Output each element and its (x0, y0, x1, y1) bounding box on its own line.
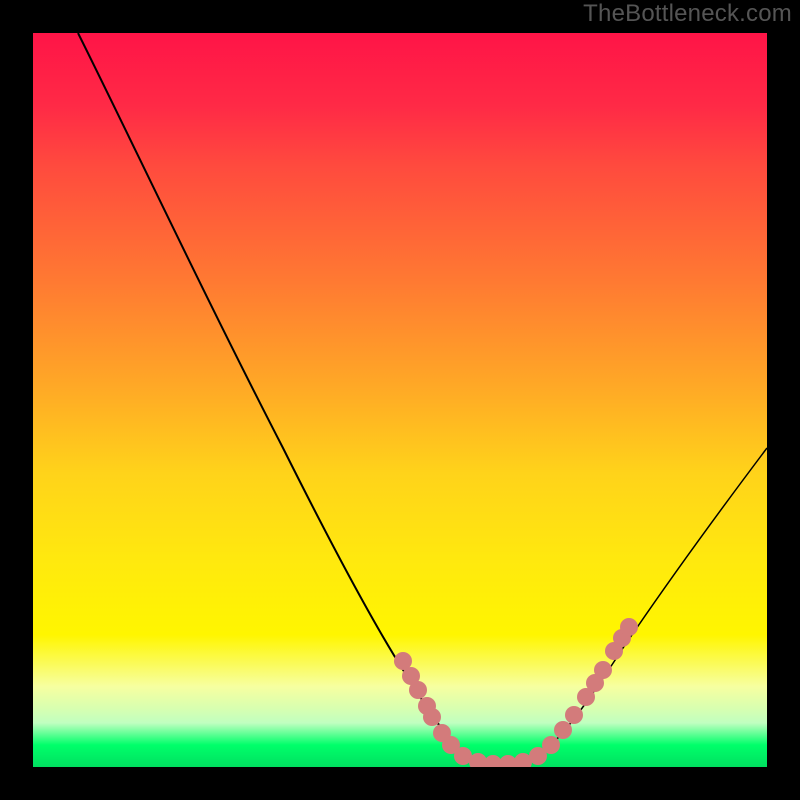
attribution-label: TheBottleneck.com (583, 0, 792, 28)
scatter-dot (554, 721, 572, 739)
scatter-dot (594, 661, 612, 679)
scatter-dot (409, 681, 427, 699)
scatter-dot (423, 708, 441, 726)
scatter-dot (620, 618, 638, 636)
chart-svg (33, 33, 767, 767)
scatter-dot (565, 706, 583, 724)
left-curve-path (78, 33, 505, 764)
scatter-dot (542, 736, 560, 754)
right-curve-path (505, 448, 767, 764)
plot-area (33, 33, 767, 767)
chart-outer-frame: TheBottleneck.com (0, 0, 800, 800)
scatter-dots-group (394, 618, 638, 767)
